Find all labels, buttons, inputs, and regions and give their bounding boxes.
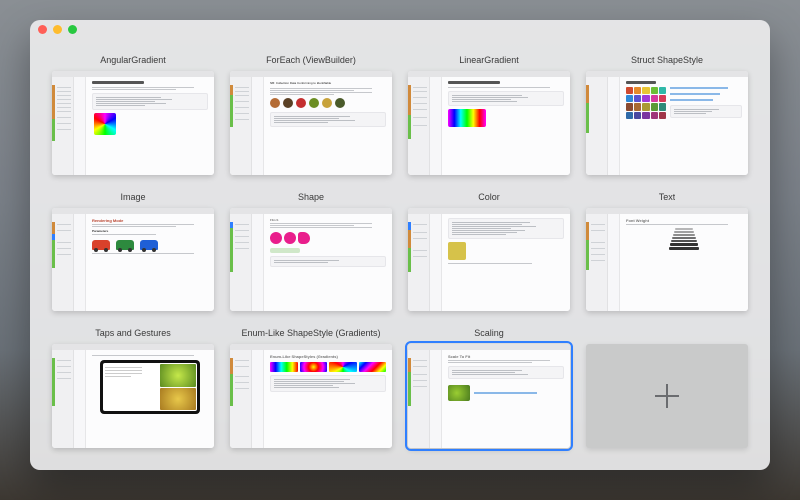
tab-title: Text	[659, 193, 676, 203]
shape-examples	[270, 232, 386, 244]
tab-thumbnail	[52, 344, 214, 448]
tab-cell-angulargradient[interactable]: AngularGradient	[52, 56, 214, 175]
font-weight-stack	[664, 228, 704, 250]
tab-title: AngularGradient	[100, 56, 166, 66]
circle-icon	[309, 98, 319, 108]
circle-icon	[298, 232, 310, 244]
tab-thumbnail: Scale To Fit	[408, 344, 570, 448]
tab-thumbnail: Rendering Mode Parameters	[52, 208, 214, 312]
tab-cell-enumlike[interactable]: Enum-Like ShapeStyle (Gradients) Enum-Li…	[230, 329, 392, 448]
circle-icon	[296, 98, 306, 108]
tab-thumbnail	[408, 71, 570, 175]
close-icon[interactable]	[38, 25, 47, 34]
plus-icon	[655, 384, 679, 408]
angular-gradient-swatch	[94, 113, 116, 135]
tab-cell-text[interactable]: Text Font Weight	[586, 193, 748, 312]
circle-icon	[322, 98, 332, 108]
tab-cell-taps[interactable]: Taps and Gestures	[52, 329, 214, 448]
car-icon	[116, 240, 134, 250]
fruit-image	[160, 364, 196, 386]
tab-cell-foreach[interactable]: ForEach (ViewBuilder) NB: Collection Dat…	[230, 56, 392, 175]
new-tab-button[interactable]	[586, 329, 748, 448]
tab-thumbnail: FILLS	[230, 208, 392, 312]
titlebar	[30, 20, 770, 38]
tab-cell-color[interactable]: Color	[408, 193, 570, 312]
add-tab-tile[interactable]	[586, 344, 748, 448]
tab-title: Scaling	[474, 329, 504, 339]
tab-thumbnail	[52, 71, 214, 175]
circle-icon	[284, 232, 296, 244]
tab-title: Image	[120, 193, 145, 203]
tab-cell-shapestyle[interactable]: Struct ShapeStyle	[586, 56, 748, 175]
tab-overview-window: AngularGradient	[30, 20, 770, 470]
circle-icon	[283, 98, 293, 108]
scaled-image-preview	[448, 385, 470, 401]
tab-cell-shape[interactable]: Shape FILLS	[230, 193, 392, 312]
tab-title: Shape	[298, 193, 324, 203]
gradient-samples	[270, 362, 386, 372]
minimize-icon[interactable]	[53, 25, 62, 34]
section-heading: Font Weight	[626, 218, 742, 223]
ipad-preview	[100, 360, 200, 414]
section-heading: Enum-Like ShapeStyles (Gradients)	[270, 354, 386, 359]
linear-gradient-swatch	[448, 109, 486, 127]
foreach-circles	[270, 98, 386, 108]
color-swatch	[448, 242, 466, 260]
tab-cell-image[interactable]: Image Rendering Mode Parameters	[52, 193, 214, 312]
tab-thumbnail	[586, 71, 748, 175]
tab-title: Enum-Like ShapeStyle (Gradients)	[241, 329, 380, 339]
section-heading: Scale To Fit	[448, 354, 564, 359]
zoom-icon[interactable]	[68, 25, 77, 34]
circle-icon	[270, 232, 282, 244]
tab-title: ForEach (ViewBuilder)	[266, 56, 356, 66]
tab-title: Color	[478, 193, 500, 203]
tab-thumbnail	[408, 208, 570, 312]
traffic-lights	[38, 25, 77, 34]
car-row	[92, 240, 208, 250]
tab-thumbnail: NB: Collection Data Conforming to Identi…	[230, 71, 392, 175]
circle-icon	[270, 98, 280, 108]
tab-title	[666, 329, 669, 339]
tab-cell-scaling[interactable]: Scaling Scale To Fit	[408, 329, 570, 448]
tab-grid: AngularGradient	[30, 38, 770, 470]
circle-icon	[335, 98, 345, 108]
car-icon	[92, 240, 110, 250]
car-icon	[140, 240, 158, 250]
tab-title: LinearGradient	[459, 56, 519, 66]
tab-thumbnail: Enum-Like ShapeStyles (Gradients)	[230, 344, 392, 448]
shapestyle-swatches	[626, 87, 666, 119]
fruit-image	[160, 388, 196, 410]
color-chip	[270, 248, 300, 253]
section-heading: Rendering Mode	[92, 218, 208, 223]
tab-title: Struct ShapeStyle	[631, 56, 703, 66]
tab-thumbnail: Font Weight	[586, 208, 748, 312]
tab-cell-lineargradient[interactable]: LinearGradient	[408, 56, 570, 175]
tab-title: Taps and Gestures	[95, 329, 171, 339]
